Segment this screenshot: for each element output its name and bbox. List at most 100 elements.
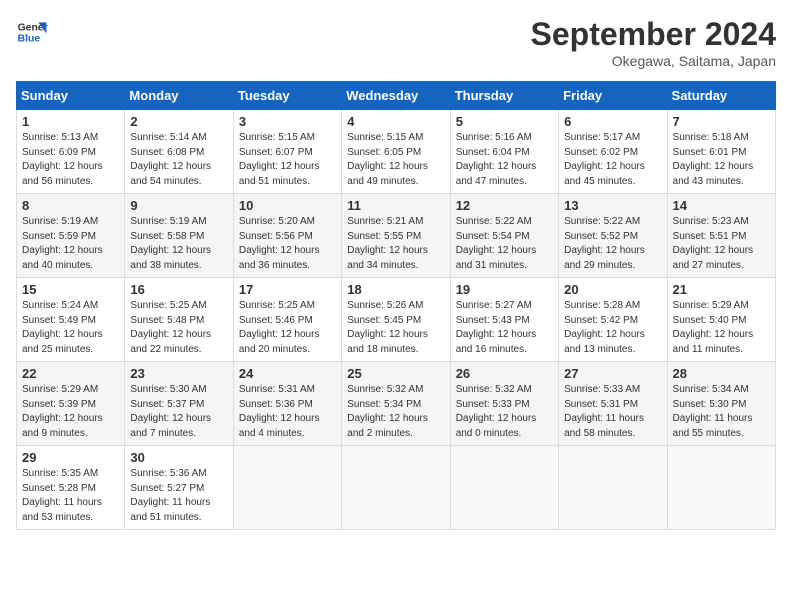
calendar-cell: 9 Sunrise: 5:19 AM Sunset: 5:58 PM Daylig… [125, 194, 233, 278]
calendar-cell: 13 Sunrise: 5:22 AM Sunset: 5:52 PM Dayli… [559, 194, 667, 278]
calendar-cell: 18 Sunrise: 5:26 AM Sunset: 5:45 PM Dayli… [342, 278, 450, 362]
day-number: 27 [564, 366, 661, 381]
cell-content: Sunrise: 5:34 AM Sunset: 5:30 PM Dayligh… [673, 383, 770, 441]
calendar-cell: 26 Sunrise: 5:32 AM Sunset: 5:33 PM Dayli… [450, 362, 558, 446]
cell-content: Sunrise: 5:22 AM Sunset: 5:52 PM Dayligh… [564, 215, 661, 273]
month-title: September 2024 [531, 16, 776, 53]
day-header-saturday: Saturday [667, 82, 775, 110]
day-number: 25 [347, 366, 444, 381]
day-header-thursday: Thursday [450, 82, 558, 110]
calendar-cell: 7Sunrise: 5:18 AM Sunset: 6:01 PM Daylig… [667, 110, 775, 194]
calendar-cell [559, 446, 667, 530]
week-row-1: 1 Sunrise: 5:13 AM Sunset: 6:09 PM Daylig… [17, 110, 776, 194]
cell-content: Sunrise: 5:17 AM Sunset: 6:02 PM Dayligh… [564, 131, 661, 189]
day-number: 23 [130, 366, 227, 381]
day-number: 16 [130, 282, 227, 297]
day-number: 14 [673, 198, 770, 213]
calendar-cell: 16Sunrise: 5:25 AM Sunset: 5:48 PM Dayli… [125, 278, 233, 362]
cell-content: Sunrise: 5:35 AM Sunset: 5:28 PM Dayligh… [22, 467, 119, 525]
title-block: September 2024 Okegawa, Saitama, Japan [531, 16, 776, 69]
calendar-cell: 3Sunrise: 5:15 AM Sunset: 6:07 PM Daylig… [233, 110, 341, 194]
day-number: 18 [347, 282, 444, 297]
cell-content: Sunrise: 5:27 AM Sunset: 5:43 PM Dayligh… [456, 299, 553, 357]
week-row-4: 22 Sunrise: 5:29 AM Sunset: 5:39 PM Dayli… [17, 362, 776, 446]
week-row-5: 29 Sunrise: 5:35 AM Sunset: 5:28 PM Dayli… [17, 446, 776, 530]
calendar-cell: 6 Sunrise: 5:17 AM Sunset: 6:02 PM Daylig… [559, 110, 667, 194]
cell-content: Sunrise: 5:32 AM Sunset: 5:34 PM Dayligh… [347, 383, 444, 441]
day-number: 29 [22, 450, 119, 465]
cell-content: Sunrise: 5:30 AM Sunset: 5:37 PM Dayligh… [130, 383, 227, 441]
day-number: 12 [456, 198, 553, 213]
calendar-cell: 20 Sunrise: 5:28 AM Sunset: 5:42 PM Dayli… [559, 278, 667, 362]
day-number: 9 [130, 198, 227, 213]
cell-content: Sunrise: 5:36 AM Sunset: 5:27 PM Dayligh… [130, 467, 227, 525]
cell-content: Sunrise: 5:20 AM Sunset: 5:56 PM Dayligh… [239, 215, 336, 273]
day-number: 26 [456, 366, 553, 381]
calendar-cell: 8 Sunrise: 5:19 AM Sunset: 5:59 PM Daylig… [17, 194, 125, 278]
calendar-cell: 10 Sunrise: 5:20 AM Sunset: 5:56 PM Dayli… [233, 194, 341, 278]
day-number: 8 [22, 198, 119, 213]
calendar-cell: 5Sunrise: 5:16 AM Sunset: 6:04 PM Daylig… [450, 110, 558, 194]
calendar-cell: 12 Sunrise: 5:22 AM Sunset: 5:54 PM Dayli… [450, 194, 558, 278]
cell-content: Sunrise: 5:29 AM Sunset: 5:39 PM Dayligh… [22, 383, 119, 441]
calendar-cell: 17 Sunrise: 5:25 AM Sunset: 5:46 PM Dayli… [233, 278, 341, 362]
calendar-cell: 14 Sunrise: 5:23 AM Sunset: 5:51 PM Dayli… [667, 194, 775, 278]
calendar-cell: 27 Sunrise: 5:33 AM Sunset: 5:31 PM Dayli… [559, 362, 667, 446]
cell-content: Sunrise: 5:24 AM Sunset: 5:49 PM Dayligh… [22, 299, 119, 357]
cell-content: Sunrise: 5:33 AM Sunset: 5:31 PM Dayligh… [564, 383, 661, 441]
cell-content: Sunrise: 5:25 AM Sunset: 5:46 PM Dayligh… [239, 299, 336, 357]
day-number: 10 [239, 198, 336, 213]
svg-text:Blue: Blue [18, 34, 41, 45]
cell-content: Sunrise: 5:18 AM Sunset: 6:01 PM Dayligh… [673, 131, 770, 189]
day-number: 11 [347, 198, 444, 213]
cell-content: Sunrise: 5:32 AM Sunset: 5:33 PM Dayligh… [456, 383, 553, 441]
calendar-cell: 29 Sunrise: 5:35 AM Sunset: 5:28 PM Dayli… [17, 446, 125, 530]
calendar-cell: 19 Sunrise: 5:27 AM Sunset: 5:43 PM Dayli… [450, 278, 558, 362]
day-number: 30 [130, 450, 227, 465]
day-number: 1 [22, 114, 119, 129]
calendar-cell: 22 Sunrise: 5:29 AM Sunset: 5:39 PM Dayli… [17, 362, 125, 446]
day-number: 2 [130, 114, 227, 129]
calendar-table: SundayMondayTuesdayWednesdayThursdayFrid… [16, 81, 776, 530]
day-number: 4 [347, 114, 444, 129]
calendar-cell: 2 Sunrise: 5:14 AM Sunset: 6:08 PM Daylig… [125, 110, 233, 194]
calendar-cell: 28 Sunrise: 5:34 AM Sunset: 5:30 PM Dayli… [667, 362, 775, 446]
day-header-friday: Friday [559, 82, 667, 110]
logo: General Blue [16, 16, 48, 48]
day-header-sunday: Sunday [17, 82, 125, 110]
day-number: 15 [22, 282, 119, 297]
calendar-cell: 1 Sunrise: 5:13 AM Sunset: 6:09 PM Daylig… [17, 110, 125, 194]
calendar-cell: 4Sunrise: 5:15 AM Sunset: 6:05 PM Daylig… [342, 110, 450, 194]
cell-content: Sunrise: 5:29 AM Sunset: 5:40 PM Dayligh… [673, 299, 770, 357]
calendar-cell: 11Sunrise: 5:21 AM Sunset: 5:55 PM Dayli… [342, 194, 450, 278]
calendar-cell [233, 446, 341, 530]
day-number: 22 [22, 366, 119, 381]
cell-content: Sunrise: 5:31 AM Sunset: 5:36 PM Dayligh… [239, 383, 336, 441]
day-header-monday: Monday [125, 82, 233, 110]
day-number: 20 [564, 282, 661, 297]
cell-content: Sunrise: 5:23 AM Sunset: 5:51 PM Dayligh… [673, 215, 770, 273]
cell-content: Sunrise: 5:13 AM Sunset: 6:09 PM Dayligh… [22, 131, 119, 189]
day-number: 19 [456, 282, 553, 297]
day-number: 3 [239, 114, 336, 129]
week-row-3: 15 Sunrise: 5:24 AM Sunset: 5:49 PM Dayli… [17, 278, 776, 362]
day-number: 21 [673, 282, 770, 297]
day-header-tuesday: Tuesday [233, 82, 341, 110]
cell-content: Sunrise: 5:19 AM Sunset: 5:58 PM Dayligh… [130, 215, 227, 273]
day-number: 13 [564, 198, 661, 213]
day-number: 28 [673, 366, 770, 381]
cell-content: Sunrise: 5:28 AM Sunset: 5:42 PM Dayligh… [564, 299, 661, 357]
cell-content: Sunrise: 5:26 AM Sunset: 5:45 PM Dayligh… [347, 299, 444, 357]
cell-content: Sunrise: 5:19 AM Sunset: 5:59 PM Dayligh… [22, 215, 119, 273]
day-number: 6 [564, 114, 661, 129]
day-number: 17 [239, 282, 336, 297]
calendar-cell: 21 Sunrise: 5:29 AM Sunset: 5:40 PM Dayli… [667, 278, 775, 362]
location: Okegawa, Saitama, Japan [531, 53, 776, 69]
cell-content: Sunrise: 5:22 AM Sunset: 5:54 PM Dayligh… [456, 215, 553, 273]
calendar-cell: 24Sunrise: 5:31 AM Sunset: 5:36 PM Dayli… [233, 362, 341, 446]
calendar-cell: 23 Sunrise: 5:30 AM Sunset: 5:37 PM Dayli… [125, 362, 233, 446]
logo-icon: General Blue [16, 16, 48, 48]
page-header: General Blue September 2024 Okegawa, Sai… [16, 16, 776, 69]
cell-content: Sunrise: 5:14 AM Sunset: 6:08 PM Dayligh… [130, 131, 227, 189]
calendar-cell [342, 446, 450, 530]
